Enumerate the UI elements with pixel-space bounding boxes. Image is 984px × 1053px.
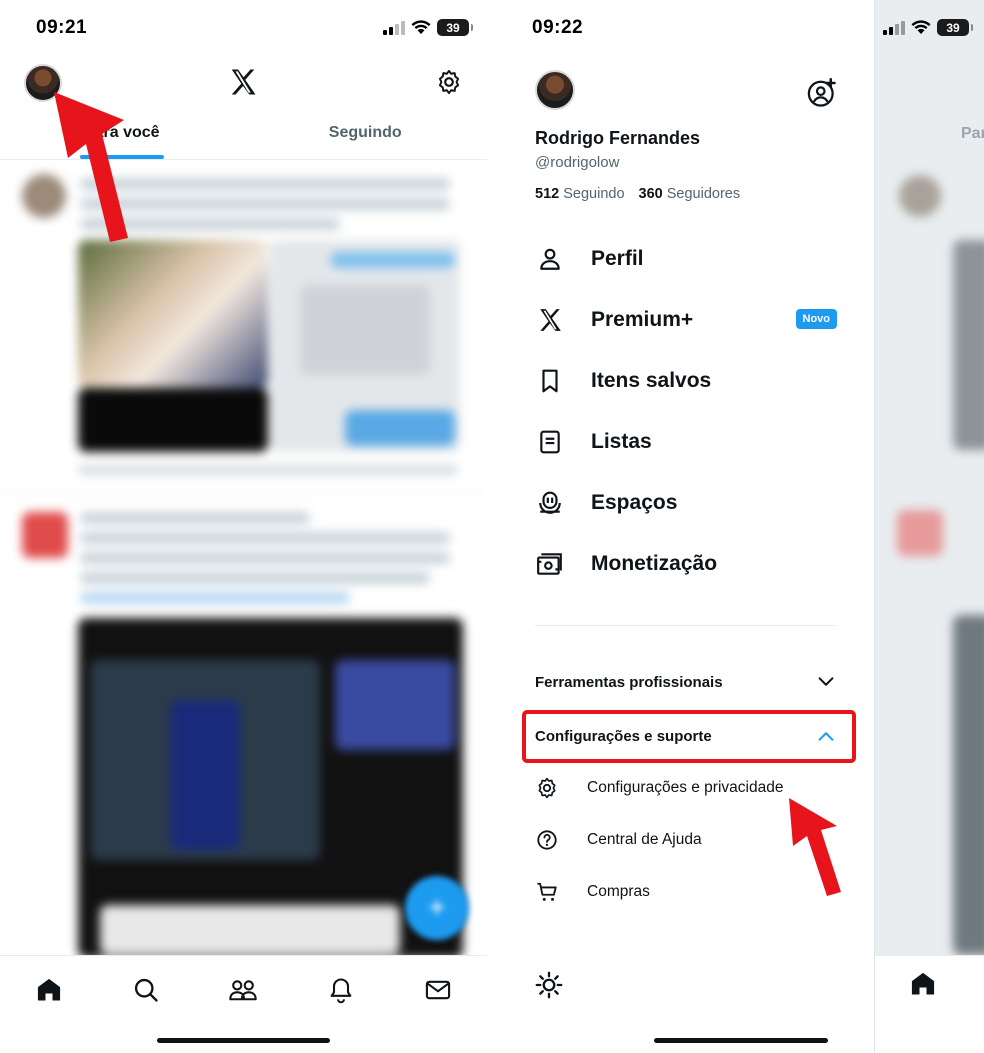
- list-icon: [535, 427, 565, 457]
- notifications-icon[interactable]: [321, 970, 361, 1010]
- gear-icon: [535, 776, 559, 800]
- menu-item-label: Monetização: [591, 552, 718, 575]
- menu-item-perfil[interactable]: Perfil: [535, 234, 837, 284]
- annotation-arrow: [789, 798, 841, 896]
- sub-item-label: Compras: [587, 883, 650, 900]
- communities-icon[interactable]: [223, 970, 263, 1010]
- section-label: Ferramentas profissionais: [535, 673, 723, 691]
- following-label: Seguindo: [563, 186, 625, 202]
- annotation-arrow: [54, 92, 128, 242]
- wifi-icon: [911, 20, 931, 34]
- screenshot-composite: 09:21 39 Para você Seguindo + 09:22 Rodr…: [0, 0, 984, 1053]
- sub-item-label: Configurações e privacidade: [587, 779, 784, 796]
- bottom-navigation: [875, 955, 984, 1053]
- money-icon: [535, 549, 565, 579]
- home-feed-screen: 09:21 39 Para você Seguindo +: [0, 0, 487, 1053]
- add-account-icon[interactable]: [807, 78, 837, 108]
- battery-indicator: 39: [937, 19, 973, 36]
- search-icon[interactable]: [126, 970, 166, 1010]
- menu-item-espacos[interactable]: Espaços: [535, 478, 837, 528]
- home-indicator: [654, 1038, 828, 1043]
- bookmark-icon: [535, 366, 565, 396]
- next-screen-preview: 39 Par: [874, 0, 984, 1053]
- menu-item-label: Premium+: [591, 308, 694, 331]
- profile-stats: 512 Seguindo 360 Seguidores: [535, 186, 740, 202]
- section-settings-support[interactable]: Configurações e suporte: [535, 721, 837, 751]
- signal-icon: [383, 20, 405, 35]
- chevron-down-icon: [818, 677, 834, 686]
- followers-stat[interactable]: 360 Seguidores: [639, 186, 741, 202]
- menu-item-listas[interactable]: Listas: [535, 417, 837, 467]
- menu-item-label: Espaços: [591, 491, 678, 514]
- tab-partial: Par: [961, 125, 984, 142]
- followers-count: 360: [638, 186, 663, 202]
- help-icon: [535, 828, 559, 852]
- signal-icon: [883, 20, 905, 35]
- profile-name[interactable]: Rodrigo Fernandes: [535, 128, 700, 149]
- chevron-up-icon: [818, 732, 834, 741]
- avatar[interactable]: [535, 70, 575, 110]
- battery-indicator: 39: [437, 19, 473, 36]
- status-time: 09:22: [532, 17, 584, 38]
- x-logo-icon: [231, 69, 256, 95]
- menu-item-itens-salvos[interactable]: Itens salvos: [535, 356, 837, 406]
- followers-label: Seguidores: [666, 186, 741, 202]
- menu-item-premium[interactable]: Premium+ Novo: [535, 295, 837, 345]
- home-indicator: [157, 1038, 330, 1043]
- home-icon[interactable]: [909, 970, 937, 998]
- section-label: Configurações e suporte: [535, 727, 712, 745]
- menu-item-label: Perfil: [591, 247, 644, 270]
- new-badge: Novo: [795, 309, 837, 329]
- wifi-icon: [411, 20, 431, 34]
- status-icons: 39: [883, 19, 973, 36]
- menu-item-monetizacao[interactable]: Monetização: [535, 539, 837, 589]
- gear-icon[interactable]: [436, 69, 462, 95]
- status-time: 09:21: [36, 17, 88, 38]
- person-icon: [535, 244, 565, 274]
- menu-item-label: Itens salvos: [591, 369, 712, 392]
- status-icons: 39: [383, 19, 473, 36]
- sub-item-label: Central de Ajuda: [587, 831, 702, 848]
- cart-icon: [535, 880, 559, 904]
- menu-item-label: Listas: [591, 430, 652, 453]
- section-pro-tools[interactable]: Ferramentas profissionais: [535, 667, 837, 697]
- divider: [535, 625, 837, 626]
- following-stat[interactable]: 512 Seguindo: [535, 186, 625, 202]
- home-icon[interactable]: [29, 970, 69, 1010]
- messages-icon[interactable]: [418, 970, 458, 1010]
- microphone-icon: [535, 488, 565, 518]
- following-count: 512: [535, 186, 560, 202]
- blurred-feed: [0, 160, 487, 958]
- x-logo-icon: [535, 305, 565, 335]
- side-drawer: 09:22 Rodrigo Fernandes @rodrigolow 512 …: [487, 0, 874, 1053]
- profile-handle: @rodrigolow: [535, 154, 620, 171]
- compose-button[interactable]: +: [405, 876, 469, 940]
- tab-seguindo[interactable]: Seguindo: [244, 112, 488, 159]
- sun-icon[interactable]: [535, 971, 563, 999]
- blurred-feed: [875, 155, 984, 955]
